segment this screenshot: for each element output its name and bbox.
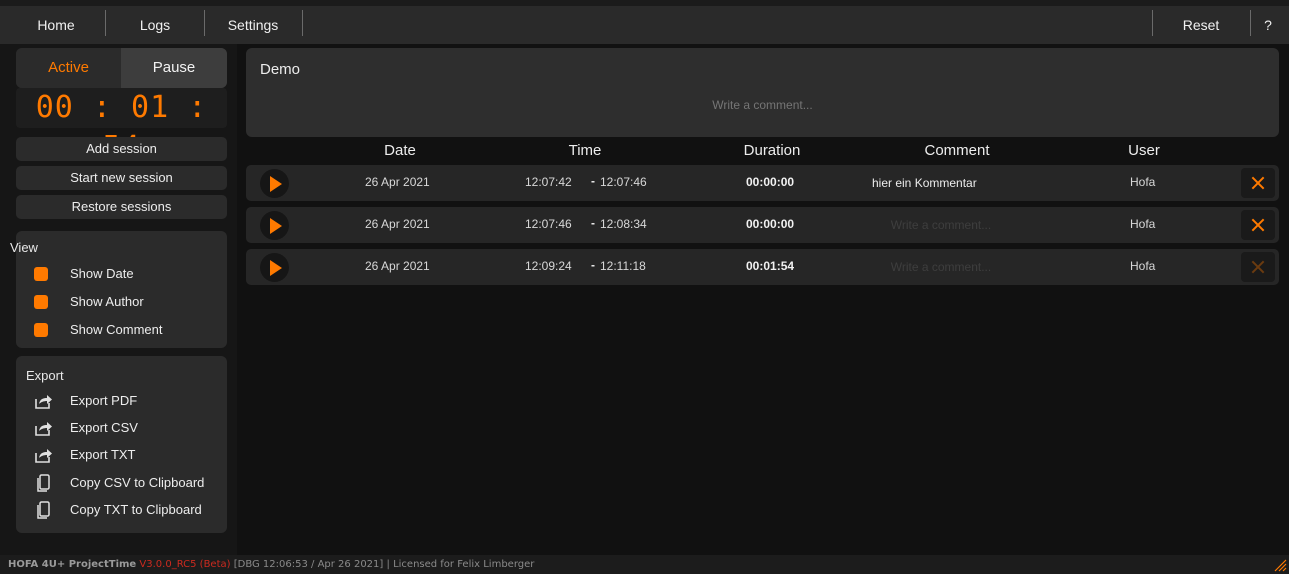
- session-user: Hofa: [1130, 259, 1156, 273]
- add-session-button[interactable]: Add session: [16, 137, 227, 161]
- column-header-user: User: [1128, 142, 1160, 159]
- session-date: 26 Apr 2021: [365, 259, 430, 273]
- share-icon: [35, 422, 52, 436]
- session-row: 26 Apr 2021 12:09:24 - 12:11:18 00:01:54…: [246, 249, 1279, 285]
- checkbox[interactable]: [34, 295, 48, 309]
- session-duration: 00:00:00: [746, 217, 795, 231]
- export-txt-label: Export TXT: [70, 447, 136, 462]
- time-separator: -: [591, 258, 595, 272]
- play-icon[interactable]: [260, 169, 289, 198]
- status-separator: |: [386, 559, 390, 570]
- session-row: 26 Apr 2021 12:07:46 - 12:08:34 00:00:00…: [246, 207, 1279, 243]
- menu-divider: [1152, 10, 1153, 36]
- resize-grip-icon[interactable]: [1273, 558, 1287, 572]
- session-end-time: 12:11:18: [600, 259, 646, 273]
- share-icon: [35, 395, 52, 409]
- status-debug: [DBG 12:06:53 / Apr 26 2021]: [233, 559, 384, 570]
- show-comment-label: Show Comment: [70, 322, 163, 337]
- export-panel: Export Export PDF Export CSV Export TXT: [16, 356, 227, 533]
- project-title: Demo: [260, 61, 301, 78]
- copy-txt-label: Copy TXT to Clipboard: [70, 502, 202, 517]
- main-area: Demo Date Time Duration Comment User 26 …: [237, 44, 1289, 555]
- delete-icon[interactable]: [1241, 168, 1275, 198]
- start-new-session-button[interactable]: Start new session: [16, 166, 227, 190]
- play-icon[interactable]: [260, 253, 289, 282]
- session-duration: 00:01:54: [746, 259, 795, 273]
- project-panel: Demo: [246, 48, 1279, 137]
- session-comment[interactable]: Write a comment...: [866, 211, 1016, 239]
- mode-toggle: Active Pause: [16, 48, 227, 88]
- show-author-label: Show Author: [70, 294, 144, 309]
- menu-divider: [204, 10, 205, 36]
- menu-logs[interactable]: Logs: [118, 6, 192, 44]
- session-start-time: 12:09:24: [525, 259, 572, 273]
- menu-divider: [302, 10, 303, 36]
- session-end-time: 12:08:34: [600, 217, 647, 231]
- copy-icon: [37, 501, 50, 519]
- left-panel: Active Pause 00 : 01 : 54 Add session St…: [0, 44, 237, 555]
- session-comment[interactable]: Write a comment...: [866, 253, 1016, 281]
- delete-icon[interactable]: [1241, 252, 1275, 282]
- help-button[interactable]: ?: [1256, 6, 1280, 44]
- play-icon[interactable]: [260, 211, 289, 240]
- status-version: V3.0.0_RC5 (Beta): [139, 559, 231, 570]
- share-icon: [35, 449, 52, 463]
- session-row: 26 Apr 2021 12:07:42 - 12:07:46 00:00:00…: [246, 165, 1279, 201]
- session-user: Hofa: [1130, 217, 1156, 231]
- session-duration: 00:00:00: [746, 175, 795, 189]
- view-title: View: [10, 240, 38, 255]
- session-date: 26 Apr 2021: [365, 217, 430, 231]
- session-end-time: 12:07:46: [600, 175, 647, 189]
- status-app-name: HOFA 4U+ ProjectTime: [8, 559, 137, 570]
- session-start-time: 12:07:42: [525, 175, 572, 189]
- checkbox[interactable]: [34, 323, 48, 337]
- session-date: 26 Apr 2021: [365, 175, 430, 189]
- time-separator: -: [591, 174, 595, 188]
- menu-home[interactable]: Home: [18, 6, 94, 44]
- menu-settings[interactable]: Settings: [214, 6, 292, 44]
- column-header-date: Date: [384, 142, 416, 159]
- column-header-comment: Comment: [924, 142, 990, 159]
- export-csv-label: Export CSV: [70, 420, 138, 435]
- delete-icon[interactable]: [1241, 210, 1275, 240]
- pause-button[interactable]: Pause: [121, 48, 227, 88]
- menu-divider: [105, 10, 106, 36]
- timer-display: 00 : 01 : 54: [16, 88, 227, 165]
- top-menu-bar: Home Logs Settings Reset ?: [0, 0, 1289, 44]
- active-button[interactable]: Active: [16, 48, 121, 88]
- column-header-duration: Duration: [743, 142, 801, 159]
- session-start-time: 12:07:46: [525, 217, 572, 231]
- restore-sessions-button[interactable]: Restore sessions: [16, 195, 227, 219]
- reset-button[interactable]: Reset: [1162, 6, 1240, 44]
- checkbox[interactable]: [34, 267, 48, 281]
- copy-icon: [37, 474, 50, 492]
- view-panel: View Show Date Show Author Show Comment: [10, 231, 227, 348]
- export-title: Export: [26, 368, 64, 383]
- session-comment[interactable]: hier ein Kommentar: [866, 169, 1016, 197]
- status-license: Licensed for Felix Limberger: [393, 559, 535, 570]
- export-pdf-label: Export PDF: [70, 393, 138, 408]
- copy-csv-label: Copy CSV to Clipboard: [70, 475, 205, 490]
- project-comment-input[interactable]: [246, 98, 1279, 112]
- time-separator: -: [591, 216, 595, 230]
- status-bar: HOFA 4U+ ProjectTime V3.0.0_RC5 (Beta) […: [0, 555, 1289, 574]
- column-header-time: Time: [568, 142, 602, 159]
- menu-divider: [1250, 10, 1251, 36]
- session-user: Hofa: [1130, 175, 1156, 189]
- show-date-label: Show Date: [70, 266, 134, 281]
